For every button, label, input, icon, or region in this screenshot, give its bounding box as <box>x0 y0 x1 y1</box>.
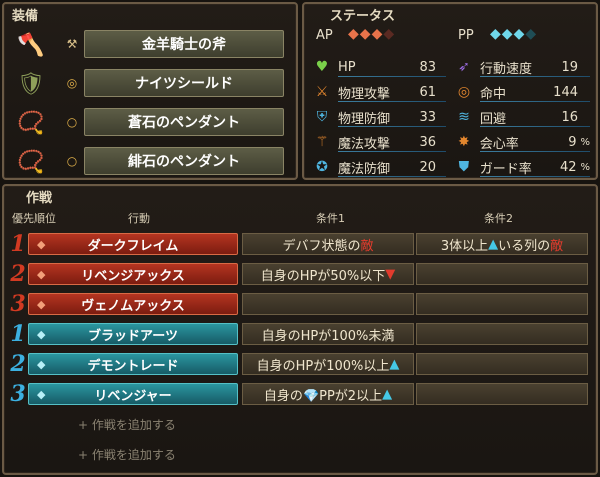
stat-hp: ♥ HP 83 <box>312 56 446 78</box>
ap-gem-icon: ◆ <box>37 238 46 251</box>
action-button[interactable]: ◆ ヴェノムアックス <box>28 293 238 315</box>
priority-number: 1 <box>10 321 26 347</box>
header-cond1: 条件1 <box>316 212 345 225</box>
guard-icon: ⛊ <box>458 159 470 175</box>
stat-accuracy: ◎ 命中 144 <box>454 81 590 103</box>
shield-icon: 🛡 <box>17 71 45 97</box>
add-tactic-button[interactable]: + 作戦を追加する <box>78 446 176 463</box>
header-priority: 優先順位 <box>12 212 56 225</box>
stat-magic-defense: ✪ 魔法防御 20 <box>312 156 446 178</box>
action-button[interactable]: ◆ ブラッドアーツ <box>28 323 238 345</box>
pp-gems: ◆◆◆◆ <box>490 26 537 42</box>
action-button[interactable]: ◆ デモントレード <box>28 353 238 375</box>
status-title: ステータス <box>330 9 396 24</box>
action-button[interactable]: ◆ リベンジアックス <box>28 263 238 285</box>
condition-2[interactable] <box>416 293 588 315</box>
critical-icon: ✸ <box>458 134 470 150</box>
action-button[interactable]: ◆ リベンジャー <box>28 383 238 405</box>
evade-icon: ≋ <box>458 109 470 125</box>
equip-slot-1[interactable]: 🪓 ⚒ 金羊騎士の斧 <box>14 28 286 58</box>
stat-magic-attack: ⚚ 魔法攻撃 36 <box>312 131 446 153</box>
up-arrow-icon: ▲ <box>488 236 499 252</box>
condition-1[interactable]: 自身のHPが 100%未満 <box>242 323 414 345</box>
sword-icon: ⚔ <box>315 84 329 100</box>
magic-shield-icon: ✪ <box>316 159 328 175</box>
condition-1[interactable]: デバフ状態の敵 <box>242 233 414 255</box>
condition-2[interactable] <box>416 323 588 345</box>
pp-gem-empty-icon: ◆ <box>525 26 538 42</box>
stat-evasion: ≋ 回避 16 <box>454 106 590 128</box>
speed-icon: ➶ <box>458 59 470 75</box>
stat-physical-attack: ⚔ 物理攻撃 61 <box>312 81 446 103</box>
stat-speed: ➶ 行動速度 19 <box>454 56 590 78</box>
pendant-icon: 📿 <box>17 149 45 175</box>
equip-slot-1-name[interactable]: 金羊騎士の斧 <box>84 30 284 58</box>
equip-slot-3[interactable]: 📿 ○ 蒼石のペンダント <box>14 106 286 136</box>
ap-gem-icon: ◆ <box>359 26 372 42</box>
pendant-icon: 📿 <box>17 110 45 136</box>
stat-guard: ⛊ ガード率 42 % <box>454 156 590 178</box>
tactic-row[interactable]: 3 ◆ リベンジャー 自身の 💎PPが2以上 ▲ <box>6 382 594 406</box>
pp-label: PP <box>458 28 474 43</box>
status-panel: ステータス AP ◆◆◆◆ PP ◆◆◆◆ ♥ HP 83 ⚔ 物理攻撃 61 … <box>302 2 598 180</box>
axe-type-icon: ⚒ <box>66 37 78 51</box>
add-tactic-button[interactable]: + 作戦を追加する <box>78 416 176 433</box>
ring-type-icon: ○ <box>66 115 78 129</box>
pp-gem-icon: ◆ <box>501 26 514 42</box>
shield-type-icon: ◎ <box>66 76 78 90</box>
priority-number: 3 <box>10 381 26 407</box>
tactic-row[interactable]: 1 ◆ ダークフレイム デバフ状態の敵 3体以上 ▲ いる列の敵 <box>6 232 594 256</box>
pp-gem-icon: ◆ <box>490 26 502 42</box>
priority-number: 1 <box>10 231 26 257</box>
ap-gem-icon: ◆ <box>371 26 384 42</box>
header-cond2: 条件2 <box>484 212 513 225</box>
target-icon: ◎ <box>457 84 471 100</box>
action-button[interactable]: ◆ ダークフレイム <box>28 233 238 255</box>
up-arrow-icon: ▲ <box>382 386 393 402</box>
ap-gem-icon: ◆ <box>37 298 46 311</box>
pp-gem-icon: ◆ <box>513 26 526 42</box>
condition-1[interactable]: 自身のHPが 100%以上 ▲ <box>242 353 414 375</box>
tactics-title: 作戦 <box>26 191 53 206</box>
pp-gem-icon: ◆ <box>37 358 46 371</box>
equipment-panel: 装備 🪓 ⚒ 金羊騎士の斧 🛡 ◎ ナイツシールド 📿 ○ 蒼石のペンダント 📿… <box>2 2 298 180</box>
tactic-row[interactable]: 2 ◆ リベンジアックス 自身のHPが 50%以下 ▼ <box>6 262 594 286</box>
ap-gem-empty-icon: ◆ <box>383 26 396 42</box>
ap-gems: ◆◆◆◆ <box>348 26 395 42</box>
condition-2[interactable] <box>416 353 588 375</box>
staff-icon: ⚚ <box>315 134 329 150</box>
pp-gem-icon: ◆ <box>37 328 46 341</box>
equipment-title: 装備 <box>12 9 39 24</box>
tactic-row[interactable]: 3 ◆ ヴェノムアックス <box>6 292 594 316</box>
ring-type-icon: ○ <box>66 154 78 168</box>
axe-icon: 🪓 <box>17 32 45 58</box>
priority-number: 2 <box>10 351 26 377</box>
condition-1[interactable]: 自身のHPが 50%以下 ▼ <box>242 263 414 285</box>
priority-number: 2 <box>10 261 26 287</box>
down-arrow-icon: ▼ <box>385 266 396 282</box>
condition-1[interactable] <box>242 293 414 315</box>
equip-slot-2-name[interactable]: ナイツシールド <box>84 69 284 97</box>
up-arrow-icon: ▲ <box>389 356 400 372</box>
condition-1[interactable]: 自身の 💎PPが2以上 ▲ <box>242 383 414 405</box>
condition-2[interactable] <box>416 263 588 285</box>
tactic-row[interactable]: 1 ◆ ブラッドアーツ 自身のHPが 100%未満 <box>6 322 594 346</box>
equip-slot-3-name[interactable]: 蒼石のペンダント <box>84 108 284 136</box>
stat-critical: ✸ 会心率 9 % <box>454 131 590 153</box>
equip-slot-4[interactable]: 📿 ○ 緋石のペンダント <box>14 145 286 175</box>
header-action: 行動 <box>128 212 150 225</box>
tactic-row[interactable]: 2 ◆ デモントレード 自身のHPが 100%以上 ▲ <box>6 352 594 376</box>
ap-gem-icon: ◆ <box>348 26 360 42</box>
armor-icon: ⛨ <box>316 109 328 125</box>
priority-number: 3 <box>10 291 26 317</box>
ap-label: AP <box>316 28 333 43</box>
pp-gem-icon: ◆ <box>37 388 46 401</box>
heart-icon: ♥ <box>315 59 329 75</box>
ap-gem-icon: ◆ <box>37 268 46 281</box>
equip-slot-4-name[interactable]: 緋石のペンダント <box>84 147 284 175</box>
condition-2[interactable]: 3体以上 ▲ いる列の敵 <box>416 233 588 255</box>
condition-2[interactable] <box>416 383 588 405</box>
equip-slot-2[interactable]: 🛡 ◎ ナイツシールド <box>14 67 286 97</box>
stat-physical-defense: ⛨ 物理防御 33 <box>312 106 446 128</box>
